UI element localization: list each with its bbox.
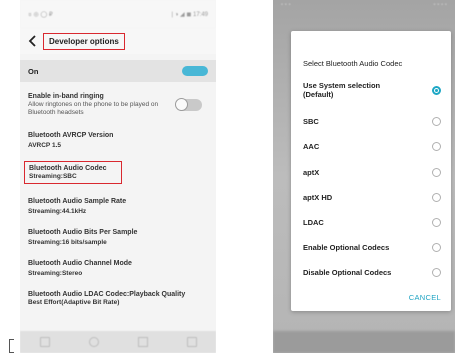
radio-selected-icon[interactable] [432, 85, 441, 95]
option-label: Disable Optional Codecs [303, 268, 392, 277]
setting-value: AVRCP 1.5 [28, 142, 61, 149]
back-arrow-icon[interactable] [26, 34, 40, 48]
nav-back-icon[interactable] [186, 337, 197, 347]
developer-options-toggle[interactable] [182, 66, 208, 76]
status-icons-right: ◦ ◦ ◦ ◦ [433, 2, 447, 8]
codec-option-ldac[interactable]: LDAC [303, 218, 441, 227]
radio-unselected-icon[interactable] [432, 168, 441, 177]
setting-title: Bluetooth Audio Channel Mode [28, 260, 132, 267]
option-label: LDAC [303, 218, 324, 227]
codec-option-sbc[interactable]: SBC [303, 117, 441, 126]
setting-inband-ringing[interactable]: Enable in-band ringing Allow ringtones o… [20, 92, 216, 117]
setting-title: Bluetooth Audio Codec [29, 165, 107, 172]
status-icons-left: ◦ ◦ ◦ [281, 2, 291, 8]
setting-sample-rate[interactable]: Bluetooth Audio Sample Rate Streaming:44… [20, 197, 216, 216]
option-label: aptX HD [303, 193, 333, 202]
option-label: AAC [303, 142, 320, 151]
status-icons-right: | ◑ ◢ ◼ 17:49 [171, 11, 208, 18]
navigation-bar [273, 331, 455, 353]
right-phone-screen: ◦ ◦ ◦ ◦ ◦ ◦ ◦ Select Bluetooth Audio Cod… [273, 0, 455, 353]
option-label: Enable Optional Codecs [303, 243, 390, 252]
setting-title: Bluetooth Audio Sample Rate [28, 198, 127, 205]
radio-unselected-icon[interactable] [432, 268, 441, 277]
setting-bits-per-sample[interactable]: Bluetooth Audio Bits Per Sample Streamin… [20, 228, 216, 247]
nav-menu-icon[interactable] [39, 337, 50, 347]
nav-recents-icon[interactable] [137, 337, 148, 347]
setting-title: Bluetooth AVRCP Version [28, 132, 114, 139]
dialog-title: Select Bluetooth Audio Codec [303, 59, 403, 68]
option-label: Use System selection (Default) [303, 81, 381, 99]
codec-option-system-default[interactable]: Use System selection (Default) [303, 81, 441, 99]
option-label: aptX [303, 168, 320, 177]
inband-ringing-toggle[interactable] [175, 97, 202, 111]
codec-option-disable-optional[interactable]: Disable Optional Codecs [303, 268, 441, 277]
page-title: Developer options [43, 32, 125, 50]
radio-unselected-icon[interactable] [432, 193, 441, 202]
radio-unselected-icon[interactable] [432, 218, 441, 227]
app-toolbar: Developer options [20, 28, 216, 54]
codec-option-enable-optional[interactable]: Enable Optional Codecs [303, 243, 441, 252]
setting-value: Streaming:Stereo [28, 270, 83, 277]
setting-avrcp-version[interactable]: Bluetooth AVRCP Version AVRCP 1.5 [20, 131, 216, 150]
setting-title: Enable in-band ringing [28, 93, 104, 100]
developer-options-master-row[interactable]: On [20, 60, 216, 82]
cancel-button[interactable]: CANCEL [409, 293, 441, 302]
on-label: On [28, 66, 39, 76]
codec-option-aptx[interactable]: aptX [303, 168, 441, 177]
setting-value: Best Effort(Adaptive Bit Rate) [28, 299, 120, 306]
setting-subtitle: Allow ringtones on the phone to be playe… [28, 101, 159, 116]
highlight-box: Bluetooth Audio Codec Streaming:SBC [24, 161, 122, 184]
radio-unselected-icon[interactable] [432, 117, 441, 126]
status-bar: ৪ ◎ ◯ ₽ | ◑ ◢ ◼ 17:49 [20, 0, 216, 28]
radio-unselected-icon[interactable] [432, 243, 441, 252]
left-phone-screen: ৪ ◎ ◯ ₽ | ◑ ◢ ◼ 17:49 Developer options … [20, 0, 216, 353]
setting-audio-codec[interactable]: Bluetooth Audio Codec Streaming:SBC [20, 161, 216, 184]
codec-option-aac[interactable]: AAC [303, 142, 441, 151]
radio-unselected-icon[interactable] [432, 142, 441, 151]
nav-home-icon[interactable] [88, 337, 99, 347]
setting-title: Bluetooth Audio Bits Per Sample [28, 229, 138, 236]
setting-value: Streaming:16 bits/sample [28, 239, 107, 246]
codec-option-aptx-hd[interactable]: aptX HD [303, 193, 441, 202]
option-label: SBC [303, 117, 319, 126]
setting-channel-mode[interactable]: Bluetooth Audio Channel Mode Streaming:S… [20, 259, 216, 278]
status-bar: ◦ ◦ ◦ ◦ ◦ ◦ ◦ [273, 0, 455, 18]
status-icons-left: ৪ ◎ ◯ ₽ [28, 11, 53, 18]
codec-select-dialog: Select Bluetooth Audio Codec Use System … [291, 31, 451, 311]
setting-value: Streaming:SBC [29, 173, 77, 180]
figure-bracket-mark [9, 339, 14, 353]
navigation-bar [20, 331, 216, 353]
setting-ldac-quality[interactable]: Bluetooth Audio LDAC Codec:Playback Qual… [20, 290, 216, 307]
setting-value: Streaming:44.1kHz [28, 208, 87, 215]
setting-title: Bluetooth Audio LDAC Codec:Playback Qual… [28, 291, 186, 298]
